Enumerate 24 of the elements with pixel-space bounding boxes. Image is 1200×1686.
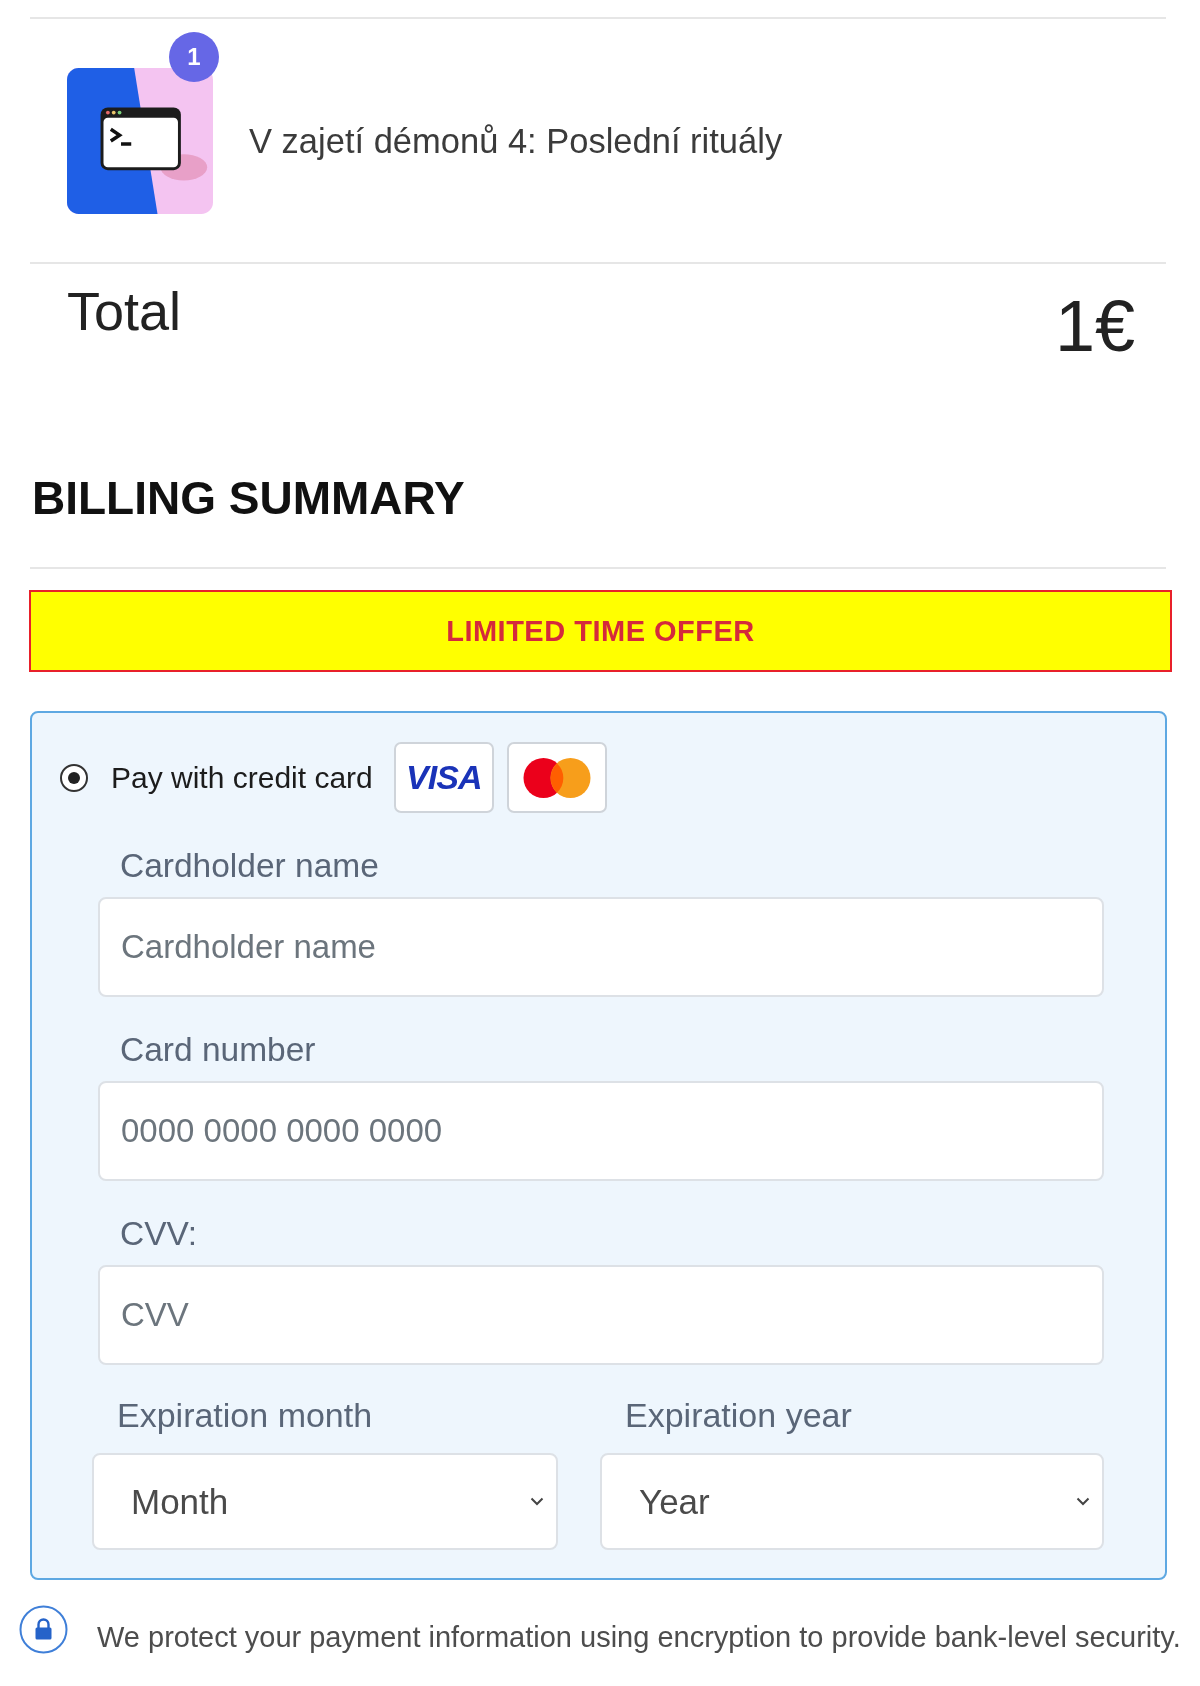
payment-option-label: Pay with credit card: [111, 760, 373, 795]
caret-icon: [1076, 1497, 1090, 1506]
caret-icon: [530, 1497, 544, 1506]
quantity-badge: 1: [169, 32, 219, 82]
total-amount: 1€: [1054, 290, 1135, 362]
product-title: V zajetí démonů 4: Poslední rituály: [249, 121, 783, 161]
field-label: Card number: [120, 1031, 316, 1069]
offer-banner: LIMITED TIME OFFER: [29, 590, 1172, 672]
overlapping-circles-icon: [506, 742, 607, 813]
security-note: We protect your payment information using encryption to provide bank-level security.: [97, 1621, 1181, 1653]
input-field[interactable]: 0000 0000 0000 0000: [98, 1081, 1104, 1181]
input-field[interactable]: CVV: [98, 1265, 1104, 1365]
input-field[interactable]: Cardholder name: [98, 897, 1104, 997]
field-label: Expiration year: [625, 1396, 852, 1434]
total-label: Total: [67, 284, 182, 338]
lock-icon: [19, 1605, 68, 1654]
card-logo: VISA: [393, 742, 494, 813]
field-label: Expiration month: [117, 1396, 373, 1434]
dropdown-select[interactable]: Year: [600, 1453, 1104, 1550]
dropdown-select[interactable]: Month: [92, 1453, 558, 1550]
field-label: Cardholder name: [120, 847, 379, 885]
field-label: CVV:: [120, 1215, 197, 1253]
section-heading: BILLING SUMMARY: [32, 475, 465, 521]
radio-button[interactable]: [60, 763, 88, 792]
